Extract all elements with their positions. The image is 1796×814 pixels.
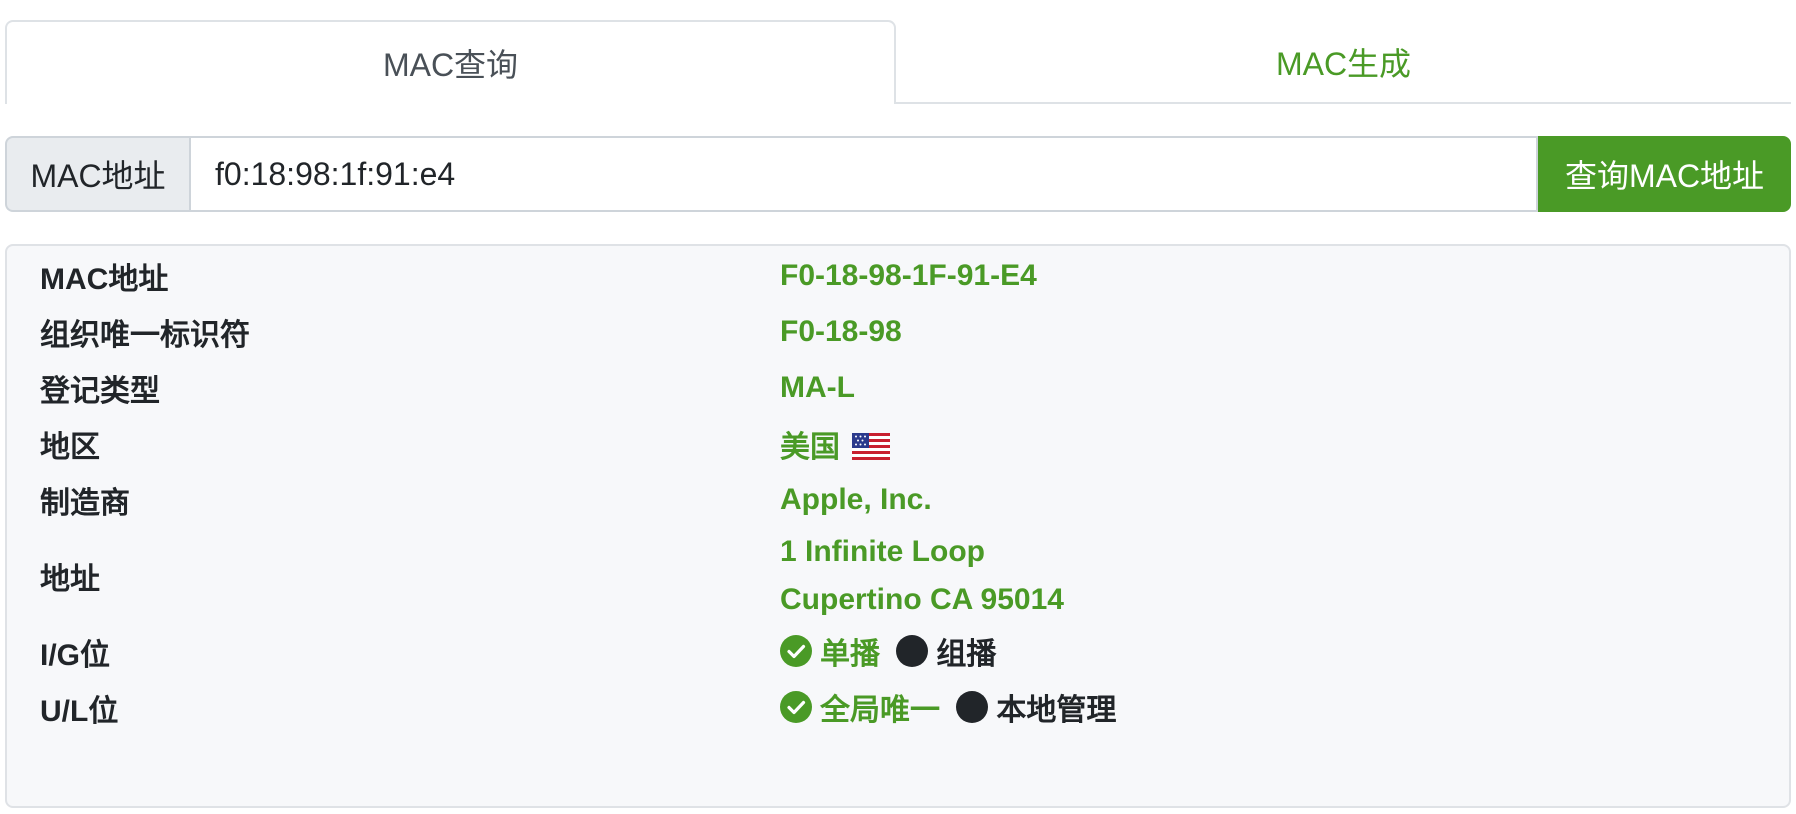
row-key: 地区 [40,431,100,464]
row-value: Apple, Inc. [780,483,932,516]
result-row-registry-type: 登记类型 MA-L [7,368,1789,408]
ul-selected-label: 全局唯一 [820,694,940,727]
result-row-manufacturer: 制造商 Apple, Inc. [7,480,1789,520]
row-value: 单播 组播 [780,629,996,675]
tab-mac-generate[interactable]: MAC生成 [896,20,1791,104]
row-value: MA-L [780,371,855,404]
row-key: 登记类型 [40,375,160,408]
check-circle-icon [780,691,812,723]
ig-option-selected: 单播 [780,629,880,673]
query-mac-button[interactable]: 查询MAC地址 [1538,136,1791,212]
address-line-1: 1 Infinite Loop [780,535,985,568]
row-key: 地址 [40,563,100,596]
row-key: 制造商 [40,487,130,520]
row-key: MAC地址 [40,263,169,296]
tab-mac-query[interactable]: MAC查询 [5,20,896,104]
filled-circle-icon [896,635,929,667]
us-flag-icon [852,432,890,460]
mac-search-group: MAC地址 查询MAC地址 [5,136,1791,212]
result-row-ul-bit: U/L位 全局唯一 本地管理 [7,688,1789,728]
check-circle-icon [780,635,812,667]
result-row-address: 地址 1 Infinite Loop Cupertino CA 95014 [7,528,1789,624]
mac-address-input[interactable] [189,136,1538,212]
ul-option-selected: 全局唯一 [780,685,940,729]
row-key: 组织唯一标识符 [40,319,250,352]
tab-bar: MAC查询 MAC生成 [5,0,1791,104]
result-row-region: 地区 美国 [7,424,1789,464]
row-value: 全局唯一 本地管理 [780,685,1116,731]
region-text: 美国 [780,431,840,464]
row-value: F0-18-98 [780,315,902,348]
result-card: MAC地址 F0-18-98-1F-91-E4 组织唯一标识符 F0-18-98… [5,244,1791,808]
row-value: F0-18-98-1F-91-E4 [780,259,1037,292]
address-line-2: Cupertino CA 95014 [780,583,1064,616]
result-row-ig-bit: I/G位 单播 组播 [7,632,1789,672]
result-row-oui: 组织唯一标识符 F0-18-98 [7,312,1789,352]
mac-lookup-page: MAC查询 MAC生成 MAC地址 查询MAC地址 MAC地址 F0-18-98… [5,0,1791,808]
row-key: U/L位 [40,695,119,728]
ul-option-other: 本地管理 [948,685,1116,729]
row-key: I/G位 [40,639,111,672]
ul-other-label: 本地管理 [996,694,1117,727]
ig-selected-label: 单播 [820,638,880,671]
filled-circle-icon [956,691,989,723]
row-value: 1 Infinite Loop Cupertino CA 95014 [780,528,1064,624]
row-value: 美国 [780,422,890,466]
ig-option-other: 组播 [888,629,996,673]
result-row-mac: MAC地址 F0-18-98-1F-91-E4 [7,256,1789,296]
ig-other-label: 组播 [936,638,997,671]
mac-input-label: MAC地址 [5,136,189,212]
